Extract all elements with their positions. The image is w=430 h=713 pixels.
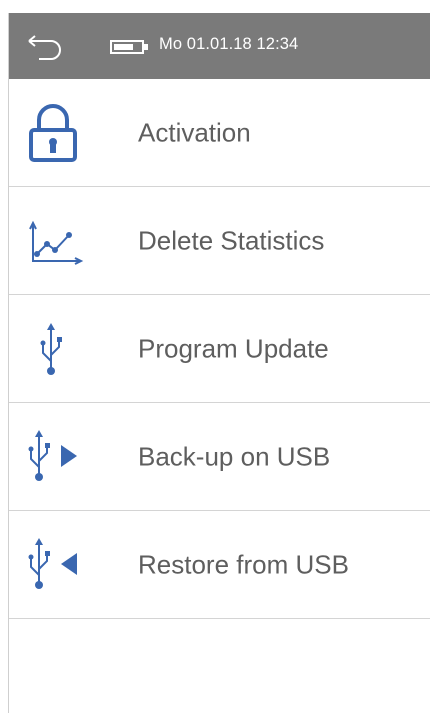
- menu-item-delete-statistics[interactable]: Delete Statistics: [9, 187, 430, 295]
- menu-item-program-update[interactable]: Program Update: [9, 295, 430, 403]
- menu-item-label: Activation: [138, 117, 251, 147]
- settings-menu: Activation Delete Statistics Program Upd…: [9, 79, 430, 619]
- usb-icon: [40, 322, 62, 375]
- status-bar: Mo 01.01.18 12:34: [9, 13, 430, 79]
- menu-item-label: Restore from USB: [138, 549, 349, 579]
- padlock-icon: [29, 103, 77, 162]
- menu-item-label: Back-up on USB: [138, 441, 331, 471]
- usb-import-icon: [28, 537, 77, 589]
- device-screen: Mo 01.01.18 12:34 Activation Delete Stat…: [8, 13, 430, 713]
- back-arrow-icon[interactable]: [25, 31, 69, 61]
- status-datetime: Mo 01.01.18 12:34: [159, 35, 299, 53]
- menu-item-restore-usb[interactable]: Restore from USB: [9, 511, 430, 619]
- menu-item-label: Delete Statistics: [138, 225, 325, 255]
- menu-item-label: Program Update: [138, 333, 329, 363]
- menu-item-backup-usb[interactable]: Back-up on USB: [9, 403, 430, 511]
- menu-item-activation[interactable]: Activation: [9, 79, 430, 187]
- statistics-chart-icon: [29, 220, 84, 265]
- usb-export-icon: [28, 429, 77, 481]
- battery-icon: [110, 40, 148, 54]
